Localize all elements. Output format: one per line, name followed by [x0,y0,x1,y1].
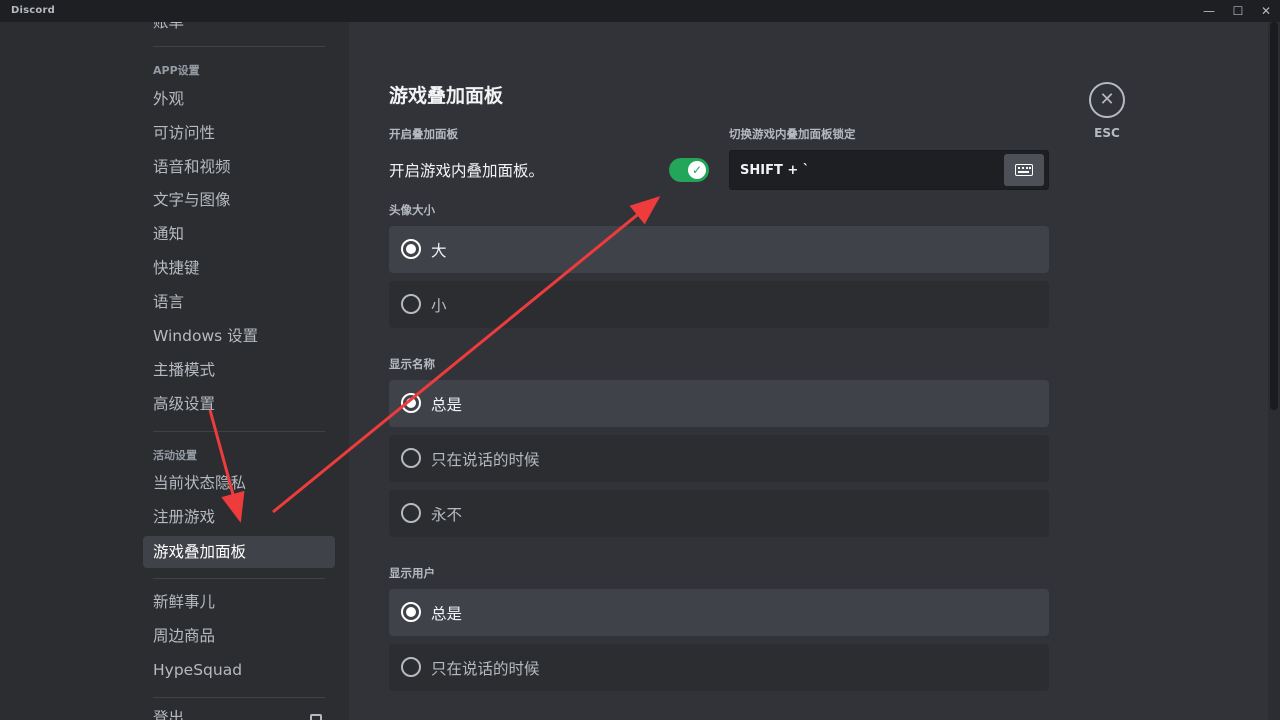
close-window-button[interactable]: ✕ [1251,0,1280,22]
enable-overlay-label: 开启叠加面板 [389,127,458,141]
page-title: 游戏叠加面板 [389,85,504,107]
sidebar-item-activity-privacy[interactable]: 当前状态隐私 [143,467,335,499]
settings-sidebar: 账单 APP设置 外观 可访问性 语音和视频 文字与图像 通知 快捷键 语言 W… [0,22,349,720]
enable-overlay-toggle[interactable]: ✓ [669,158,709,182]
radio-label: 只在说话的时候 [431,660,540,678]
display-users-label: 显示用户 [389,566,435,580]
radio-empty-icon [401,294,421,314]
radio-users-speaking[interactable]: 只在说话的时候 [389,644,1049,691]
sidebar-header-app-settings: APP设置 [153,64,200,77]
radio-empty-icon [401,503,421,523]
sidebar-header-activity-settings: 活动设置 [153,449,197,462]
close-icon[interactable]: ✕ [1089,82,1125,118]
radio-names-always[interactable]: 总是 [389,380,1049,427]
checkmark-icon: ✓ [688,161,706,179]
title-bar: Discord — ☐ ✕ [0,0,1280,22]
settings-content: 游戏叠加面板 开启叠加面板 开启游戏内叠加面板。 ✓ 切换游戏内叠加面板锁定 S… [349,22,1268,720]
keybind-combo: SHIFT + ` [740,163,810,178]
radio-selected-icon [401,239,421,259]
sidebar-item-hypesquad[interactable]: HypeSquad [143,654,335,686]
sidebar-item-notifications[interactable]: 通知 [143,218,335,250]
sidebar-item-keybinds[interactable]: 快捷键 [143,252,335,284]
avatar-size-label: 头像大小 [389,203,435,217]
app-name: Discord [11,5,55,16]
sidebar-item-text-images[interactable]: 文字与图像 [143,184,335,216]
radio-label: 永不 [431,506,463,524]
sidebar-item-whats-new[interactable]: 新鲜事儿 [143,586,335,618]
sidebar-divider [153,578,325,579]
display-names-label: 显示名称 [389,357,435,371]
radio-empty-icon [401,657,421,677]
radio-users-always[interactable]: 总是 [389,589,1049,636]
minimize-button[interactable]: — [1194,0,1224,22]
logout-icon [310,714,322,720]
sidebar-item-streamer-mode[interactable]: 主播模式 [143,354,335,386]
radio-avatar-large[interactable]: 大 [389,226,1049,273]
close-settings: ✕ ESC [1089,82,1125,140]
radio-names-speaking[interactable]: 只在说话的时候 [389,435,1049,482]
radio-selected-icon [401,393,421,413]
sidebar-divider [153,431,325,432]
sidebar-divider [153,697,325,698]
radio-empty-icon [401,448,421,468]
radio-label: 只在说话的时候 [431,451,540,469]
radio-label: 大 [431,242,447,260]
radio-label: 总是 [431,605,463,623]
maximize-button[interactable]: ☐ [1223,0,1253,22]
radio-selected-icon [401,602,421,622]
sidebar-item-accessibility[interactable]: 可访问性 [143,117,335,149]
radio-names-never[interactable]: 永不 [389,490,1049,537]
overlay-lock-label: 切换游戏内叠加面板锁定 [729,127,856,141]
overlay-lock-keybind-field[interactable]: SHIFT + ` [729,150,1049,190]
radio-label: 总是 [431,396,463,414]
sidebar-item-windows-settings[interactable]: Windows 设置 [143,320,335,352]
record-keybind-button[interactable] [1004,154,1044,186]
sidebar-item-appearance[interactable]: 外观 [143,83,335,115]
scrollbar-thumb[interactable] [1270,22,1278,410]
sidebar-item-advanced[interactable]: 高级设置 [143,388,335,420]
sidebar-divider [153,46,325,47]
sidebar-item-game-overlay[interactable]: 游戏叠加面板 [143,536,335,568]
radio-avatar-small[interactable]: 小 [389,281,1049,328]
sidebar-item-language[interactable]: 语言 [143,286,335,318]
keyboard-icon [1015,164,1033,176]
radio-label: 小 [431,297,447,315]
sidebar-item-billing[interactable]: 账单 [143,22,335,38]
sidebar-item-voice-video[interactable]: 语音和视频 [143,151,335,183]
sidebar-item-logout[interactable]: 登出 [143,702,335,720]
sidebar-item-registered-games[interactable]: 注册游戏 [143,501,335,533]
sidebar-item-merch[interactable]: 周边商品 [143,620,335,652]
enable-overlay-text: 开启游戏内叠加面板。 [389,162,545,180]
esc-label: ESC [1094,126,1120,140]
